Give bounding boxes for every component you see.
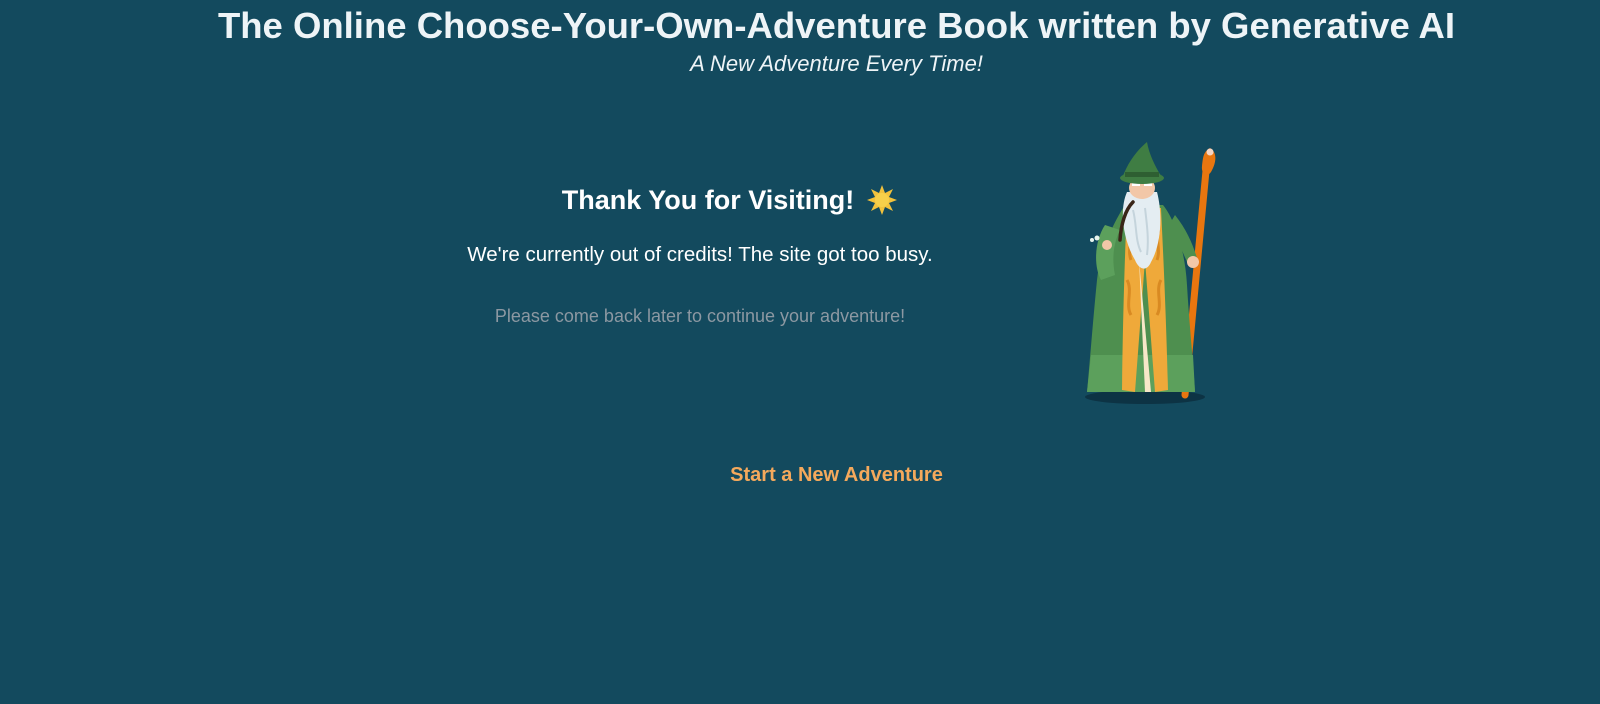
sparkle-icon [867, 185, 898, 215]
start-new-adventure-link[interactable]: Start a New Adventure [700, 464, 973, 487]
wizard-illustration [1085, 142, 1216, 404]
site-title: The Online Choose-Your-Own-Adventure Boo… [217, 5, 1456, 46]
notice-panel: Thank You for Visiting! We're currently … [430, 180, 1030, 328]
site-tagline: A New Adventure Every Time! [690, 51, 983, 76]
notice-heading: Thank You for Visiting! [562, 180, 899, 220]
notice-body: We're currently out of credits! The site… [467, 243, 933, 266]
page: The Online Choose-Your-Own-Adventure Boo… [0, 0, 1600, 704]
notice-heading-text: Thank You for Visiting! [561, 185, 855, 215]
notice-note: Please come back later to continue your … [494, 306, 906, 326]
